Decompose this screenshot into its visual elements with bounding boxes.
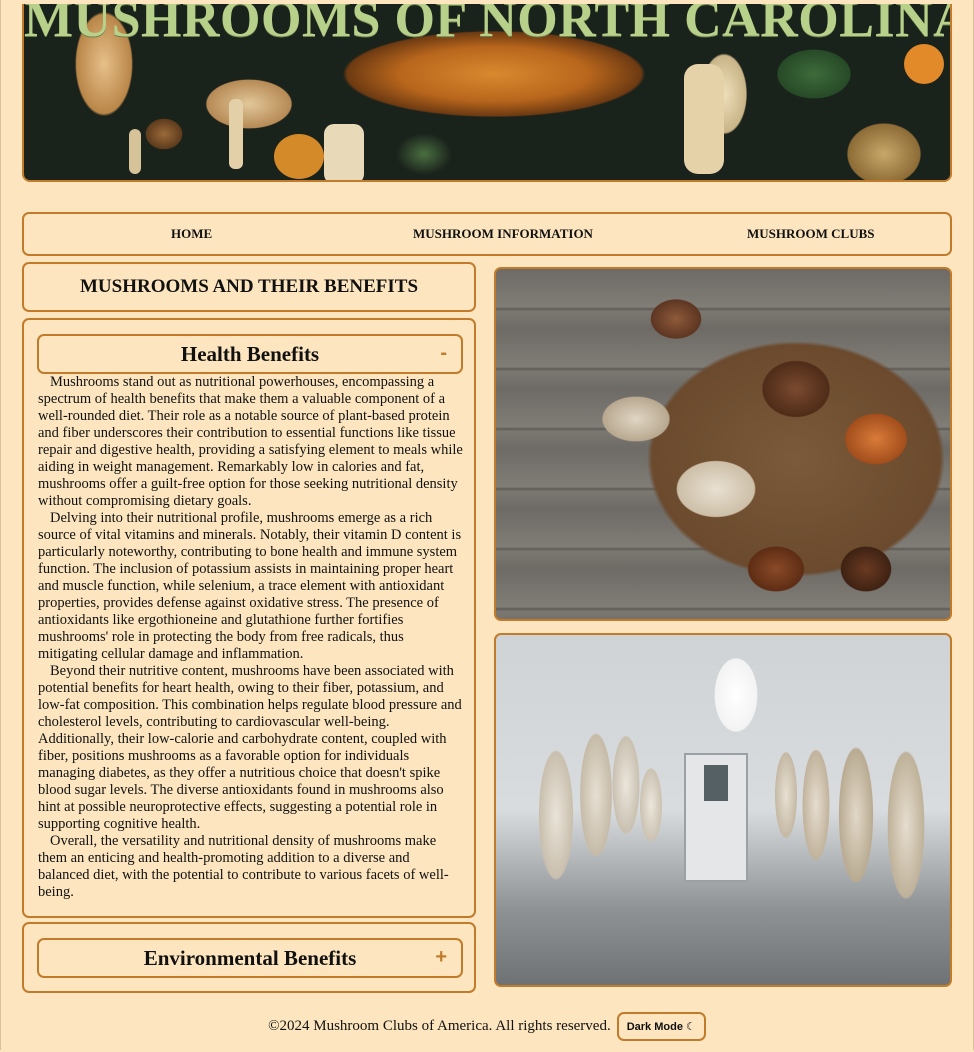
health-benefits-text: Mushrooms stand out as nutritional power… bbox=[38, 374, 464, 901]
mushroom-illustration bbox=[274, 134, 324, 179]
nav-mushroom-information[interactable]: MUSHROOM INFORMATION bbox=[413, 226, 593, 242]
paragraph: Beyond their nutritive content, mushroom… bbox=[38, 663, 462, 832]
mushroom-illustration bbox=[684, 64, 724, 174]
health-benefits-title: Health Benefits bbox=[180, 341, 320, 366]
site-title: MUSHROOMS OF NORTH CAROLINA bbox=[24, 4, 952, 48]
door-window bbox=[704, 765, 728, 801]
collapse-icon[interactable]: - bbox=[440, 342, 447, 365]
copyright-text: ©2024 Mushroom Clubs of America. All rig… bbox=[268, 1017, 611, 1034]
health-benefits-panel: Health Benefits - Mushrooms stand out as… bbox=[22, 318, 476, 918]
paragraph: Overall, the versatility and nutritional… bbox=[38, 833, 449, 900]
mushroom-illustration bbox=[324, 124, 364, 180]
mushroom-illustration bbox=[129, 129, 141, 174]
nav-home[interactable]: HOME bbox=[171, 226, 212, 242]
dark-mode-button[interactable]: Dark Mode ☾ bbox=[616, 1011, 706, 1041]
environmental-benefits-title: Environmental Benefits bbox=[143, 945, 357, 970]
paragraph: Mushrooms stand out as nutritional power… bbox=[38, 374, 463, 509]
paragraph: Delving into their nutritional profile, … bbox=[38, 510, 462, 662]
header-banner: MUSHROOMS OF NORTH CAROLINA bbox=[22, 4, 952, 182]
mushroom-farm-photo bbox=[494, 633, 952, 987]
mushroom-illustration bbox=[229, 99, 243, 169]
environmental-benefits-panel: Environmental Benefits + bbox=[22, 922, 476, 993]
environmental-benefits-toggle[interactable]: Environmental Benefits + bbox=[37, 938, 463, 978]
expand-icon[interactable]: + bbox=[435, 946, 447, 969]
main-nav: HOME MUSHROOM INFORMATION MUSHROOM CLUBS bbox=[22, 212, 952, 256]
mushroom-basket-photo bbox=[494, 267, 952, 621]
mushroom-illustration bbox=[904, 44, 944, 84]
section-title: MUSHROOMS AND THEIR BENEFITS bbox=[22, 262, 476, 312]
health-benefits-toggle[interactable]: Health Benefits - bbox=[37, 334, 463, 374]
footer: ©2024 Mushroom Clubs of America. All rig… bbox=[0, 1011, 974, 1041]
nav-mushroom-clubs[interactable]: MUSHROOM CLUBS bbox=[747, 226, 874, 242]
farm-door bbox=[684, 753, 748, 882]
